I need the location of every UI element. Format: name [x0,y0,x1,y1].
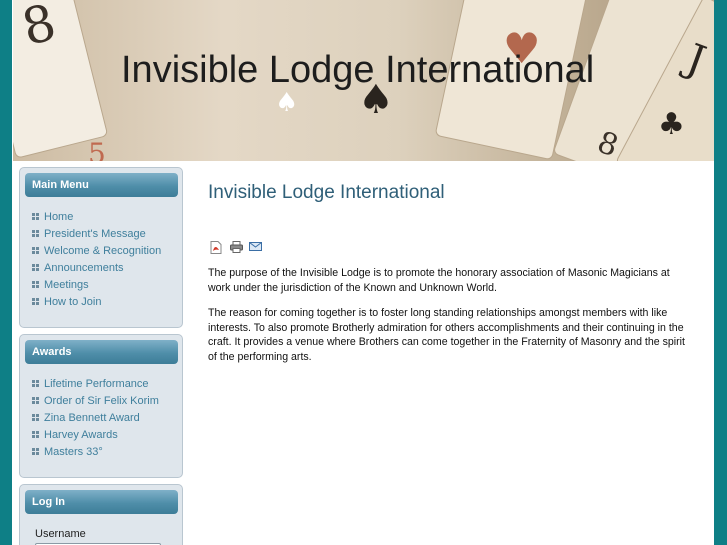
award-item-order-of-sir-felix-korim[interactable]: Order of Sir Felix Korim [32,393,159,410]
bullet-icon [32,280,39,288]
main-menu-heading: Main Menu [25,173,178,197]
award-item-label[interactable]: Lifetime Performance [44,378,149,390]
award-item-harvey-awards[interactable]: Harvey Awards [32,427,159,444]
menu-item-label[interactable]: Announcements [44,262,124,274]
main-menu-module: Main Menu Home President's Message Welco… [19,167,183,328]
article-title: Invisible Lodge International [208,182,445,203]
bullet-icon [32,430,39,438]
menu-item-welcome-recognition[interactable]: Welcome & Recognition [32,243,161,260]
login-module: Log In Username [19,484,183,545]
site-title[interactable]: Invisible Lodge International [121,49,594,92]
article-paragraph: The purpose of the Invisible Lodge is to… [208,267,670,294]
menu-item-label[interactable]: Welcome & Recognition [44,245,161,257]
menu-item-how-to-join[interactable]: How to Join [32,294,161,311]
awards-module: Awards Lifetime Performance Order of Sir… [19,334,183,478]
menu-item-announcements[interactable]: Announcements [32,260,161,277]
menu-item-home[interactable]: Home [32,209,161,226]
article-paragraph: The reason for coming together is to fos… [208,307,685,363]
menu-item-label[interactable]: Home [44,211,73,223]
bullet-icon [32,246,39,254]
bullet-icon [32,447,39,455]
award-item-label[interactable]: Order of Sir Felix Korim [44,395,159,407]
bullet-icon [32,396,39,404]
print-icon[interactable] [230,241,243,253]
award-item-lifetime-performance[interactable]: Lifetime Performance [32,376,159,393]
main-menu-list: Home President's Message Welcome & Recog… [32,209,161,311]
bullet-icon [32,229,39,237]
bullet-icon [32,413,39,421]
card-five-glyph: 5 [88,137,106,162]
menu-item-presidents-message[interactable]: President's Message [32,226,161,243]
bullet-icon [32,379,39,387]
pdf-icon[interactable] [210,241,222,254]
spade-suit-icon: ♠ [275,88,299,118]
bullet-icon [32,212,39,220]
menu-item-meetings[interactable]: Meetings [32,277,161,294]
award-item-masters-33[interactable]: Masters 33° [32,444,159,461]
club-suit-icon: ♣ [658,107,685,142]
awards-heading: Awards [25,340,178,364]
menu-item-label[interactable]: President's Message [44,228,146,240]
bullet-icon [32,263,39,271]
award-item-label[interactable]: Harvey Awards [44,429,118,441]
login-heading: Log In [25,490,178,514]
menu-item-label[interactable]: How to Join [44,296,101,308]
site-banner: 8 ♥ ♠ ♠ J ♣ 5 8 Invisible Lodge Internat… [13,0,714,161]
menu-item-label[interactable]: Meetings [44,279,89,291]
bullet-icon [32,297,39,305]
awards-list: Lifetime Performance Order of Sir Felix … [32,376,159,461]
award-item-zina-bennett[interactable]: Zina Bennett Award [32,410,159,427]
award-item-label[interactable]: Zina Bennett Award [44,412,140,424]
email-icon[interactable] [249,241,262,253]
username-label: Username [35,528,86,540]
award-item-label[interactable]: Masters 33° [44,446,103,458]
